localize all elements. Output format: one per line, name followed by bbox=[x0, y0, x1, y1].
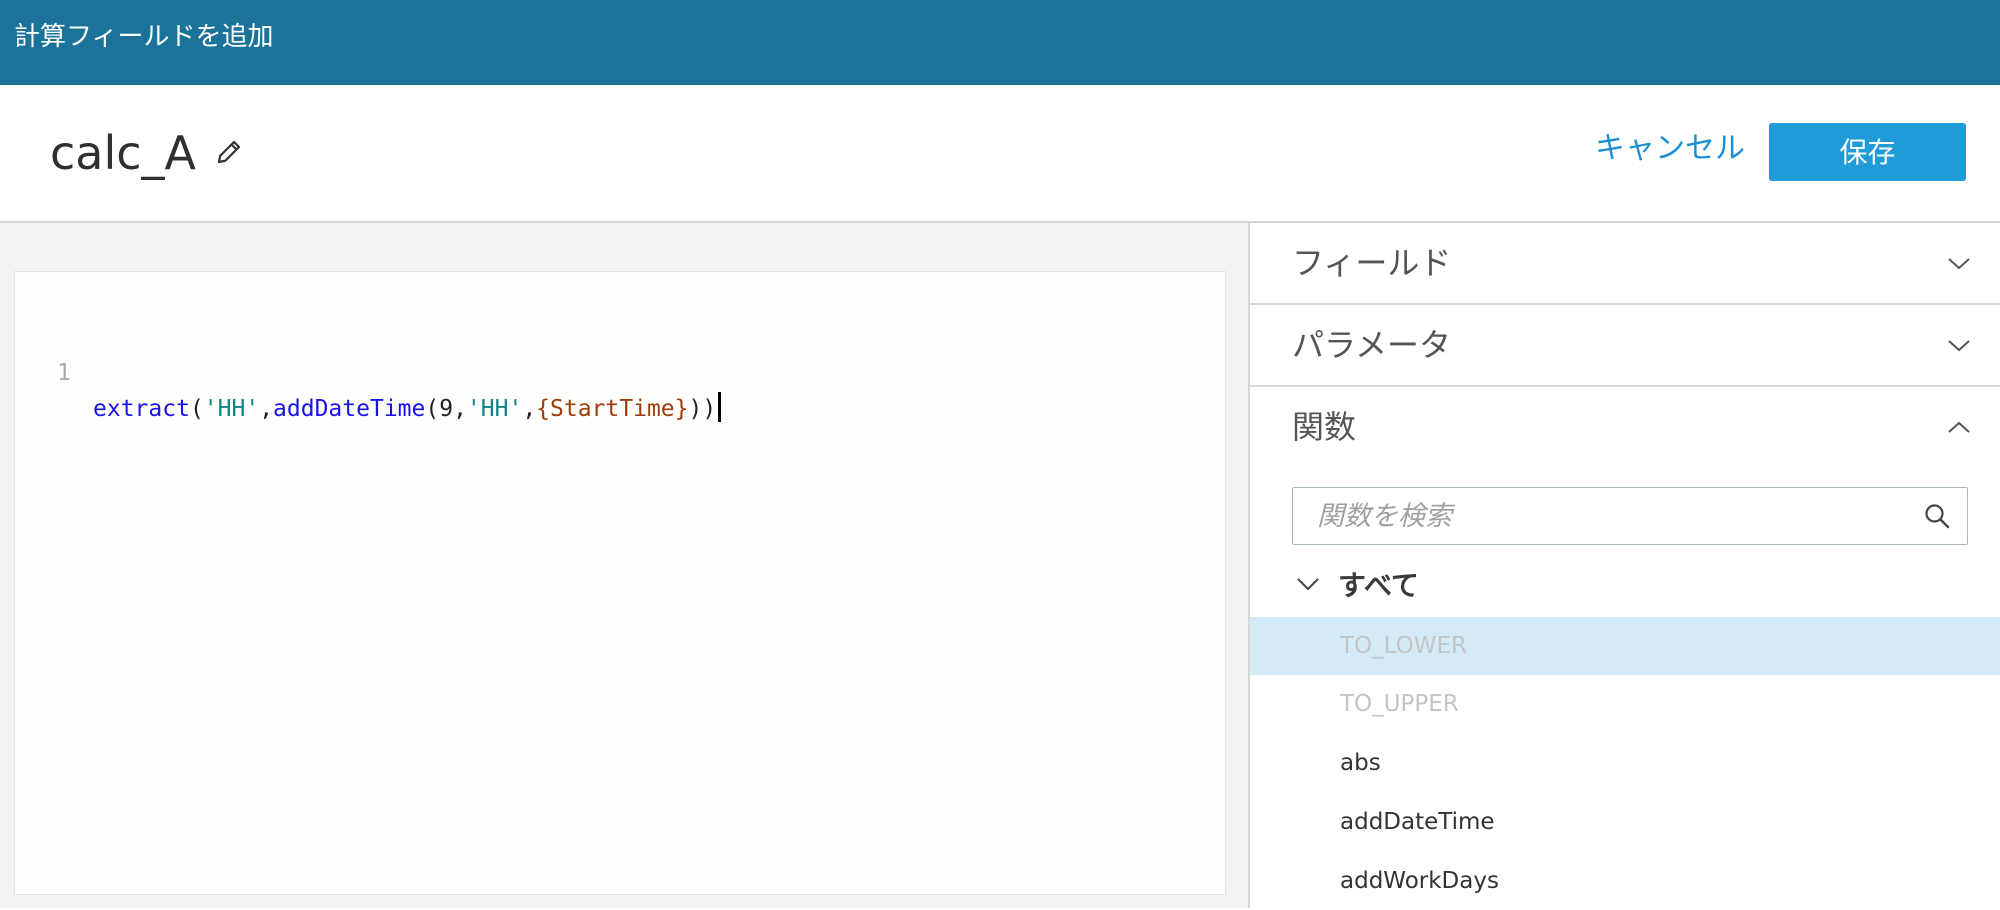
token-punctuation: , bbox=[522, 396, 537, 422]
chevron-down-icon bbox=[1948, 340, 1970, 352]
section-functions-label: 関数 bbox=[1292, 408, 1357, 446]
token-punctuation: ( bbox=[189, 396, 204, 422]
chevron-down-icon bbox=[1948, 258, 1970, 270]
function-item-label: addDateTime bbox=[1340, 809, 1495, 835]
token-punctuation: (9, bbox=[425, 396, 467, 422]
function-item-label: addWorkDays bbox=[1340, 868, 1499, 894]
dialog-title: 計算フィールドを追加 bbox=[14, 22, 274, 52]
text-caret bbox=[718, 392, 722, 422]
function-item-adddatetime[interactable]: addDateTime bbox=[1250, 793, 2000, 851]
function-group-all[interactable]: すべて bbox=[1292, 563, 1592, 609]
dialog-title-bar: 計算フィールドを追加 bbox=[0, 0, 2000, 85]
function-item-label: abs bbox=[1340, 750, 1381, 776]
save-button[interactable]: 保存 bbox=[1769, 123, 1966, 181]
section-functions[interactable]: 関数 bbox=[1250, 387, 2000, 467]
function-item-abs[interactable]: abs bbox=[1250, 734, 2000, 792]
calc-field-header: calc_A キャンセル 保存 bbox=[0, 85, 2000, 223]
chevron-down-icon bbox=[1297, 578, 1319, 591]
function-item-addworkdays[interactable]: addWorkDays bbox=[1250, 852, 2000, 910]
function-search-input[interactable] bbox=[1293, 488, 1917, 544]
line-number: 1 bbox=[57, 360, 71, 386]
section-fields-label: フィールド bbox=[1292, 244, 1452, 282]
token-punctuation: , bbox=[259, 396, 274, 422]
chevron-up-icon bbox=[1948, 421, 1970, 433]
cancel-button[interactable]: キャンセル bbox=[1595, 129, 1745, 169]
section-fields[interactable]: フィールド bbox=[1250, 223, 2000, 305]
formula-editor-pane: 1 extract('HH',addDateTime(9,'HH',{Start… bbox=[0, 223, 1248, 908]
search-icon[interactable] bbox=[1923, 502, 1951, 530]
token-field: {StartTime} bbox=[536, 396, 689, 422]
token-string: 'HH' bbox=[466, 396, 523, 422]
code-text[interactable]: extract('HH',addDateTime(9,'HH',{StartTi… bbox=[93, 391, 722, 427]
function-item-to-upper[interactable]: TO_UPPER bbox=[1250, 675, 2000, 733]
token-function: addDateTime bbox=[273, 396, 426, 422]
formula-editor[interactable]: 1 extract('HH',addDateTime(9,'HH',{Start… bbox=[14, 271, 1226, 895]
side-panel: フィールド パラメータ 関数 すべて TO_LOWER TO_UPPER bbox=[1248, 223, 2000, 908]
function-item-to-lower[interactable]: TO_LOWER bbox=[1250, 617, 2000, 675]
token-string: 'HH' bbox=[203, 396, 260, 422]
function-search-box bbox=[1292, 487, 1968, 545]
code-line[interactable]: 1 extract('HH',addDateTime(9,'HH',{Start… bbox=[15, 319, 1215, 422]
section-parameters[interactable]: パラメータ bbox=[1250, 305, 2000, 387]
pencil-icon[interactable] bbox=[214, 137, 244, 167]
section-parameters-label: パラメータ bbox=[1292, 326, 1452, 364]
function-group-label: すべて bbox=[1338, 569, 1419, 602]
function-item-label: TO_LOWER bbox=[1340, 633, 1468, 659]
token-punctuation: )) bbox=[688, 396, 717, 422]
calculated-field-name: calc_A bbox=[50, 126, 197, 180]
token-function: extract bbox=[93, 396, 190, 422]
function-item-label: TO_UPPER bbox=[1340, 691, 1459, 717]
